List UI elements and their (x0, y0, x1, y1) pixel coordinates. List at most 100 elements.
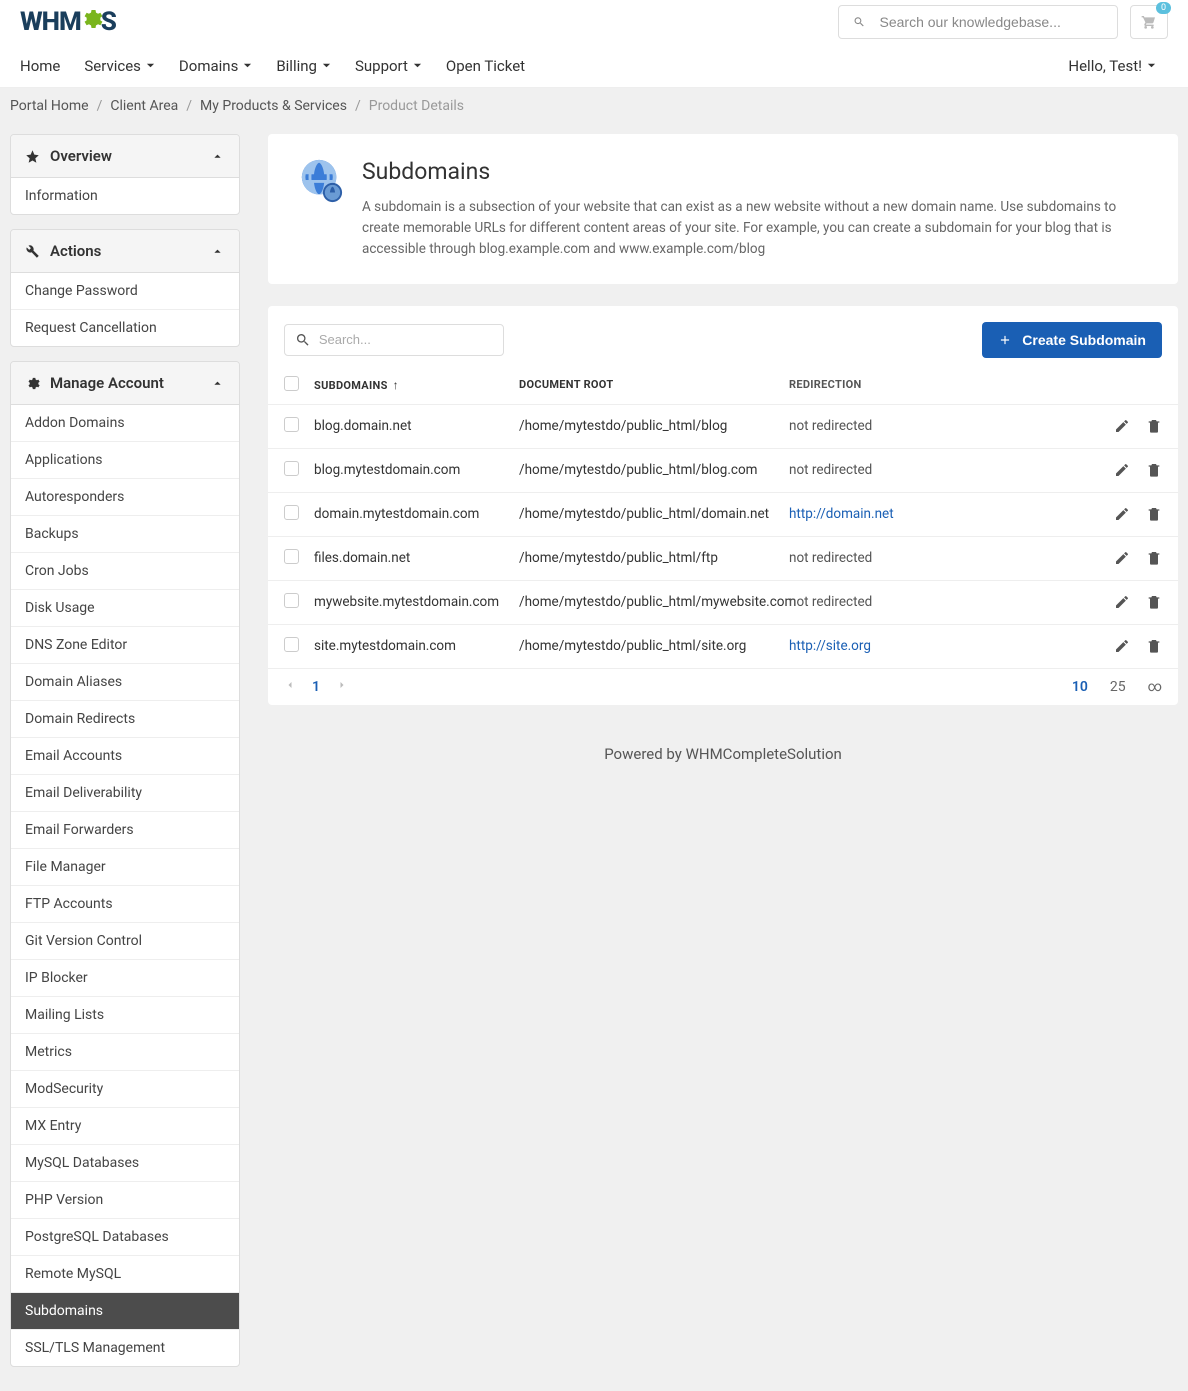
sidebar-item[interactable]: Domain Redirects (11, 700, 239, 737)
sidebar-item[interactable]: Information (11, 178, 239, 214)
sidebar-item[interactable]: Disk Usage (11, 589, 239, 626)
sidebar-item[interactable]: Domain Aliases (11, 663, 239, 700)
sidebar-item[interactable]: File Manager (11, 848, 239, 885)
sidebar-item[interactable]: Email Forwarders (11, 811, 239, 848)
edit-icon[interactable] (1114, 594, 1130, 610)
sidebar-item[interactable]: Subdomains (11, 1292, 239, 1329)
sidebar-item[interactable]: PHP Version (11, 1181, 239, 1218)
delete-icon[interactable] (1146, 418, 1162, 434)
sidebar-item[interactable]: MySQL Databases (11, 1144, 239, 1181)
search-input[interactable] (880, 14, 1103, 30)
sidebar-item[interactable]: MX Entry (11, 1107, 239, 1144)
sidebar-item[interactable]: Change Password (11, 273, 239, 309)
nav-domains[interactable]: Domains (167, 57, 264, 75)
sidebar-item[interactable]: PostgreSQL Databases (11, 1218, 239, 1255)
select-all-checkbox[interactable] (284, 376, 299, 391)
row-checkbox[interactable] (284, 461, 299, 476)
breadcrumb-client[interactable]: Client Area (110, 98, 178, 114)
nav-home[interactable]: Home (20, 57, 72, 75)
row-checkbox[interactable] (284, 637, 299, 652)
subdomain-cell: blog.domain.net (314, 418, 519, 434)
chevron-up-icon (210, 376, 225, 391)
sidebar-item[interactable]: Git Version Control (11, 922, 239, 959)
redirect-link[interactable]: http://site.org (789, 638, 871, 654)
actions-header[interactable]: Actions (11, 230, 239, 273)
page-title: Subdomains (362, 158, 1148, 185)
delete-icon[interactable] (1146, 638, 1162, 654)
page-size-option[interactable]: 25 (1110, 679, 1126, 695)
sidebar-item[interactable]: Mailing Lists (11, 996, 239, 1033)
sidebar-item[interactable]: Addon Domains (11, 405, 239, 441)
sidebar-item[interactable]: Email Deliverability (11, 774, 239, 811)
page-size-option[interactable]: ∞ (1148, 679, 1162, 695)
overview-header[interactable]: Overview (11, 135, 239, 178)
page-size-option[interactable]: 10 (1072, 679, 1088, 695)
row-checkbox[interactable] (284, 505, 299, 520)
logo[interactable]: WHMS (20, 7, 116, 38)
sidebar-item[interactable]: Metrics (11, 1033, 239, 1070)
row-checkbox[interactable] (284, 417, 299, 432)
sidebar-item[interactable]: Email Accounts (11, 737, 239, 774)
table-search[interactable] (284, 324, 504, 356)
sidebar-item[interactable]: Autoresponders (11, 478, 239, 515)
overview-panel: Overview Information (10, 134, 240, 215)
row-checkbox[interactable] (284, 549, 299, 564)
table-toolbar: Create Subdomain (268, 306, 1178, 366)
sidebar-item[interactable]: SSL/TLS Management (11, 1329, 239, 1366)
delete-icon[interactable] (1146, 506, 1162, 522)
docroot-cell: /home/mytestdo/public_html/blog.com (519, 462, 789, 478)
page-size-selector: 10 25 ∞ (1072, 679, 1162, 695)
create-subdomain-button[interactable]: Create Subdomain (982, 322, 1162, 358)
nav-billing[interactable]: Billing (264, 57, 343, 75)
delete-icon[interactable] (1146, 550, 1162, 566)
delete-icon[interactable] (1146, 594, 1162, 610)
sidebar-item[interactable]: ModSecurity (11, 1070, 239, 1107)
edit-icon[interactable] (1114, 418, 1130, 434)
knowledgebase-search[interactable] (838, 5, 1118, 39)
page-header-card: Subdomains A subdomain is a subsection o… (268, 134, 1178, 284)
nav-user-menu[interactable]: Hello, Test! (1056, 57, 1168, 75)
subdomain-cell: site.mytestdomain.com (314, 638, 519, 654)
sidebar-item[interactable]: Remote MySQL (11, 1255, 239, 1292)
sidebar-item[interactable]: IP Blocker (11, 959, 239, 996)
search-icon (853, 15, 866, 29)
breadcrumb-products[interactable]: My Products & Services (200, 98, 347, 114)
footer-link[interactable]: WHMCompleteSolution (686, 745, 842, 763)
column-subdomains[interactable]: Subdomains↑ (314, 378, 519, 392)
nav-open-ticket[interactable]: Open Ticket (434, 57, 537, 75)
edit-icon[interactable] (1114, 550, 1130, 566)
nav-services[interactable]: Services (72, 57, 167, 75)
column-redirection[interactable]: Redirection (789, 378, 1092, 391)
cart-button[interactable]: 0 (1130, 5, 1168, 39)
sidebar-item[interactable]: Backups (11, 515, 239, 552)
sidebar-item[interactable]: DNS Zone Editor (11, 626, 239, 663)
delete-icon[interactable] (1146, 462, 1162, 478)
redirect-text: not redirected (789, 418, 872, 434)
sidebar-item[interactable]: Request Cancellation (11, 309, 239, 346)
sidebar: Overview Information Actions Change Pass… (10, 134, 240, 1381)
chevron-down-icon (322, 61, 331, 70)
table-search-input[interactable] (319, 332, 493, 347)
breadcrumb-portal[interactable]: Portal Home (10, 98, 89, 114)
nav-support[interactable]: Support (343, 57, 434, 75)
main-nav: Home Services Domains Billing Support Op… (0, 44, 1188, 88)
actions-panel: Actions Change PasswordRequest Cancellat… (10, 229, 240, 347)
column-docroot[interactable]: Document Root (519, 378, 789, 391)
table-row: files.domain.net/home/mytestdo/public_ht… (268, 536, 1178, 580)
edit-icon[interactable] (1114, 506, 1130, 522)
subdomain-cell: files.domain.net (314, 550, 519, 566)
redirect-link[interactable]: http://domain.net (789, 506, 894, 522)
prev-page-button[interactable] (284, 679, 296, 695)
manage-header[interactable]: Manage Account (11, 362, 239, 405)
gear-icon (25, 376, 40, 391)
next-page-button[interactable] (336, 679, 348, 695)
sidebar-item[interactable]: Applications (11, 441, 239, 478)
chevron-up-icon (210, 244, 225, 259)
edit-icon[interactable] (1114, 462, 1130, 478)
sidebar-item[interactable]: Cron Jobs (11, 552, 239, 589)
page-description: A subdomain is a subsection of your webs… (362, 197, 1148, 260)
page-number[interactable]: 1 (312, 679, 320, 695)
row-checkbox[interactable] (284, 593, 299, 608)
edit-icon[interactable] (1114, 638, 1130, 654)
sidebar-item[interactable]: FTP Accounts (11, 885, 239, 922)
